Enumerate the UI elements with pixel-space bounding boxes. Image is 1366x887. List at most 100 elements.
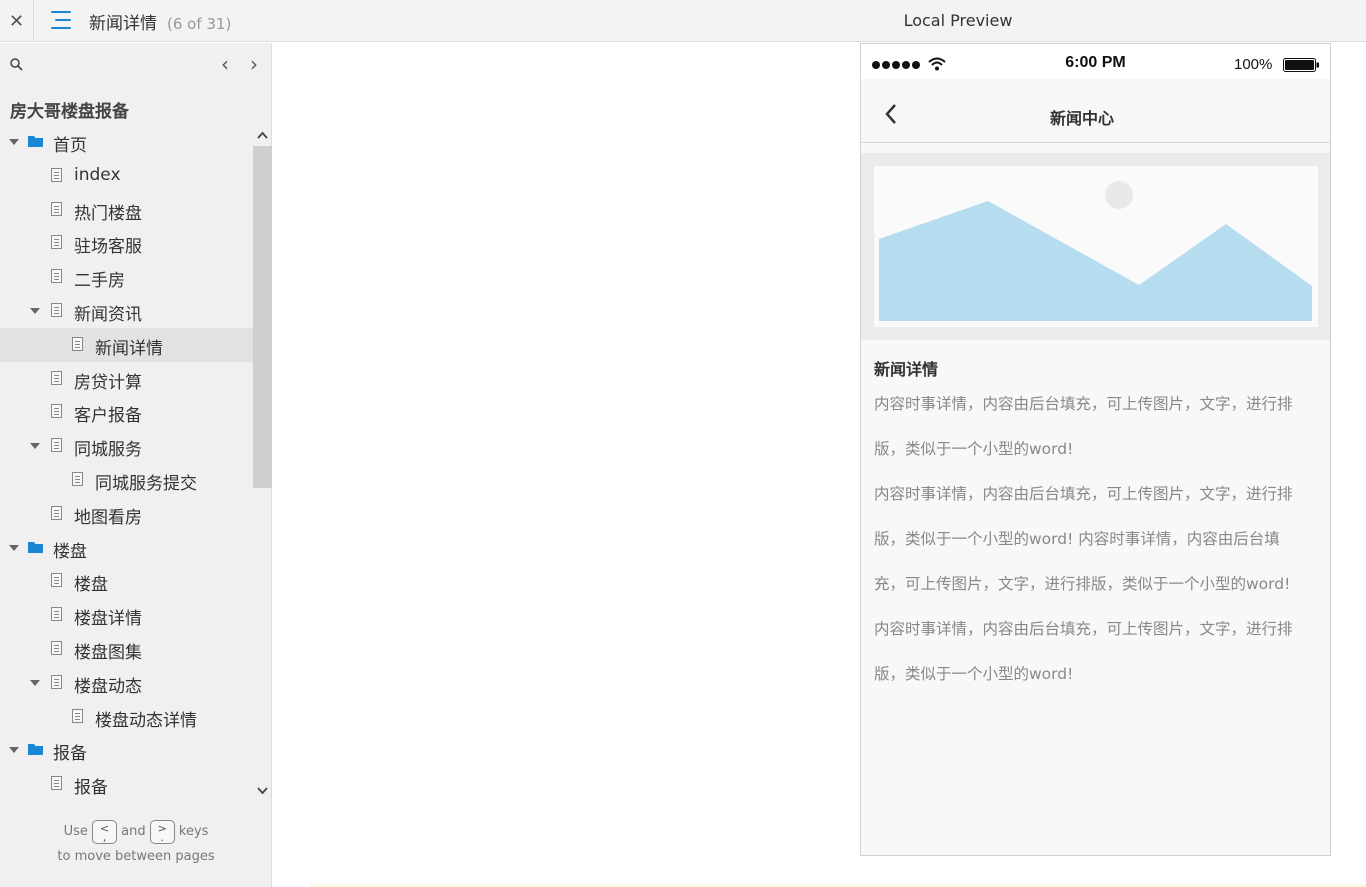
tree-item-label: 房贷计算 <box>74 372 142 393</box>
top-bar: ✕ 新闻详情 (6 of 31) Local Preview <box>0 0 1366 42</box>
folder-icon <box>28 744 43 756</box>
tree-page[interactable]: 客户报备 <box>0 395 253 429</box>
tree-item-label: 客户报备 <box>74 406 142 427</box>
page-icon <box>51 607 62 622</box>
hint-line2: to move between pages <box>57 849 215 864</box>
page-title-text: 新闻详情 <box>89 14 157 34</box>
tree-page[interactable]: 楼盘动态详情 <box>0 700 253 734</box>
caret-down-icon[interactable] <box>9 747 19 754</box>
tree-scrollbar[interactable] <box>253 125 272 801</box>
tree-item-label: 同城服务提交 <box>95 473 197 494</box>
folder-icon <box>28 541 43 553</box>
caret-down-icon[interactable] <box>9 139 19 145</box>
article-paragraph-1: 内容时事详情，内容由后台填充，可上传图片，文字，进行排版，类似于一个小型的wor… <box>874 395 1293 458</box>
hamburger-menu-icon[interactable] <box>51 11 71 29</box>
tree-page[interactable]: 楼盘动态 <box>0 666 253 700</box>
tree-item-label: 楼盘详情 <box>74 609 142 630</box>
tree-folder[interactable]: 楼盘 <box>0 531 253 565</box>
tree-page[interactable]: 新闻资讯 <box>0 294 253 328</box>
scroll-up-icon[interactable] <box>253 125 272 145</box>
tree-page[interactable]: index <box>0 159 253 193</box>
battery-icon <box>1283 58 1319 72</box>
tree-item-label: 楼盘动态 <box>74 676 142 697</box>
caret-down-icon[interactable] <box>30 679 40 686</box>
article-title: 新闻详情 <box>874 360 939 379</box>
image-placeholder-icon <box>879 181 1312 321</box>
page-icon <box>72 708 83 723</box>
tree-item-label: 楼盘 <box>53 541 87 562</box>
tree-item-label: 新闻详情 <box>95 338 163 359</box>
project-title: 房大哥楼盘报备 <box>10 102 129 122</box>
page-icon <box>51 404 62 419</box>
sidebar: ‹ › 房大哥楼盘报备 首页 index 热门楼盘驻场客服二手房新闻资讯新闻详情房贷… <box>0 43 272 887</box>
tree-page[interactable]: 楼盘图集 <box>0 632 253 666</box>
next-key-icon: > . <box>149 819 175 844</box>
hint-keys: keys <box>178 824 209 839</box>
tree-folder[interactable]: 首页 <box>0 125 253 159</box>
previous-page-button[interactable]: ‹ <box>215 53 235 77</box>
page-title: 新闻详情 (6 of 31) <box>89 9 231 34</box>
tree-item-label: 热门楼盘 <box>74 203 142 224</box>
keyboard-hint: Use < , and > . keys to move between pag… <box>0 819 272 869</box>
hero-image <box>861 153 1330 340</box>
tree-item-label: 楼盘图集 <box>74 642 142 663</box>
page-icon <box>51 370 62 385</box>
tree-item-label: 同城服务 <box>74 440 142 461</box>
battery-text: 100% <box>1234 56 1273 73</box>
close-button[interactable]: ✕ <box>0 0 34 42</box>
close-icon: ✕ <box>8 10 25 32</box>
tree-item-label: 二手房 <box>74 271 125 292</box>
page-icon <box>51 235 62 250</box>
prev-key-icon: < , <box>92 819 117 844</box>
tree-page[interactable]: 驻场客服 <box>0 226 253 260</box>
tree-item-label: 驻场客服 <box>74 237 142 258</box>
tree-item-label: 首页 <box>53 136 87 156</box>
caret-down-icon[interactable] <box>30 307 40 314</box>
tree-item-label: 报备 <box>74 778 108 799</box>
caret-down-icon[interactable] <box>9 544 19 551</box>
page-icon <box>51 302 62 317</box>
page-icon <box>51 438 62 453</box>
tree-page[interactable]: 报备 <box>0 767 253 801</box>
tree-item-label: index <box>74 164 121 185</box>
tree-page[interactable]: 同城服务提交 <box>0 463 253 497</box>
tree-page[interactable]: 楼盘详情 <box>0 598 253 632</box>
page-icon <box>51 640 62 655</box>
page-tree: 首页 index 热门楼盘驻场客服二手房新闻资讯新闻详情房贷计算客户报备同城服务同城… <box>0 125 253 801</box>
tree-page[interactable]: 楼盘 <box>0 564 253 598</box>
page-icon <box>51 201 62 216</box>
nav-title: 新闻中心 <box>1049 109 1114 128</box>
tree-item-label: 楼盘 <box>74 575 108 596</box>
scroll-down-icon[interactable] <box>253 781 272 801</box>
preview-title: Local Preview <box>903 11 1013 30</box>
folder-icon <box>28 136 43 147</box>
tree-page[interactable]: 二手房 <box>0 260 253 294</box>
page-icon <box>72 336 83 351</box>
tree-page[interactable]: 新闻详情 <box>0 327 253 362</box>
tree-item-label: 楼盘动态详情 <box>95 710 197 731</box>
page-icon <box>72 471 83 486</box>
scroll-thumb[interactable] <box>253 146 272 488</box>
page-icon <box>51 505 62 520</box>
page-icon <box>51 776 62 791</box>
tree-folder[interactable]: 报备 <box>0 733 253 767</box>
tree-page[interactable]: 热门楼盘 <box>0 193 253 227</box>
page-icon <box>51 573 62 588</box>
page-icon <box>51 167 62 182</box>
tree-page[interactable]: 房贷计算 <box>0 362 253 396</box>
tree-item-label: 报备 <box>53 744 87 765</box>
page-icon <box>51 269 62 284</box>
page-icon <box>51 674 62 689</box>
search-row: ‹ › <box>0 43 272 87</box>
status-bar: 6:00 PM 100% <box>861 44 1330 79</box>
next-page-button[interactable]: › <box>244 53 264 77</box>
page-count: (6 of 31) <box>167 15 232 33</box>
article-paragraph-2: 内容时事详情，内容由后台填充，可上传图片，文字，进行排版，类似于一个小型的wor… <box>874 485 1293 683</box>
phone-preview: 6:00 PM 100% 新闻中心 新闻详情 内容时事详情，内容由后台填充，可上… <box>860 43 1331 856</box>
tree-page[interactable]: 地图看房 <box>0 497 253 531</box>
hint-and: and <box>121 824 146 839</box>
search-icon[interactable] <box>10 58 23 71</box>
tree-item-label: 新闻资讯 <box>74 304 142 325</box>
tree-page[interactable]: 同城服务 <box>0 429 253 463</box>
caret-down-icon[interactable] <box>30 443 40 450</box>
